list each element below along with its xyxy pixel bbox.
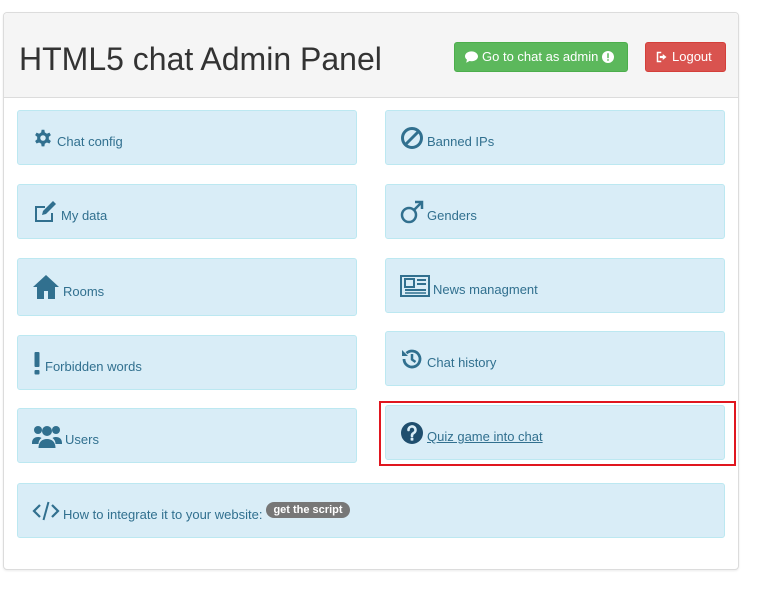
gear-icon — [32, 127, 54, 149]
tile-users[interactable]: Users — [17, 408, 357, 463]
users-icon — [32, 423, 62, 449]
history-icon — [400, 347, 424, 371]
tile-label: Rooms — [63, 283, 105, 299]
get-the-script-badge[interactable]: get the script — [266, 501, 350, 518]
tile-integrate[interactable]: How to integrate it to your website: get… — [17, 483, 725, 538]
tile-quiz-game[interactable]: Quiz game into chat — [385, 405, 725, 460]
tile-label: How to integrate it to your website: — [63, 507, 263, 522]
tile-forbidden-words[interactable]: Forbidden words — [17, 335, 357, 390]
tile-label: News managment — [433, 282, 538, 297]
tile-label: Genders — [427, 208, 477, 223]
male-icon — [400, 200, 424, 224]
tile-label: Users — [65, 432, 99, 447]
home-icon — [32, 274, 60, 300]
tile-genders[interactable]: Genders — [385, 184, 725, 239]
go-to-chat-label: Go to chat as admin — [482, 49, 599, 64]
sign-out-icon — [656, 51, 667, 63]
ban-icon — [400, 126, 424, 150]
logout-button[interactable]: Logout — [645, 42, 726, 72]
edit-icon — [32, 200, 58, 224]
exclamation-circle-icon — [602, 51, 615, 63]
tile-label: Chat config — [57, 134, 123, 149]
page-title: HTML5 chat Admin Panel — [19, 41, 382, 77]
comment-icon — [465, 51, 478, 63]
go-to-chat-button[interactable]: Go to chat as admin — [454, 42, 628, 72]
code-icon — [32, 501, 60, 521]
tile-chat-config[interactable]: Chat config — [17, 110, 357, 165]
tile-chat-history[interactable]: Chat history — [385, 331, 725, 386]
logout-label: Logout — [672, 49, 712, 64]
panel-header: HTML5 chat Admin Panel Go to chat as adm… — [4, 13, 738, 98]
tile-rooms[interactable]: Rooms — [17, 258, 357, 316]
tile-label: Banned IPs — [427, 134, 495, 149]
tile-label: Forbidden words — [45, 359, 142, 374]
tile-label: My data — [61, 208, 108, 223]
tile-news-managment[interactable]: News managment — [385, 258, 725, 313]
exclamation-icon — [32, 351, 42, 375]
tile-banned-ips[interactable]: Banned IPs — [385, 110, 725, 165]
question-circle-icon — [400, 421, 424, 445]
tile-label: Quiz game into chat — [427, 429, 543, 444]
tile-my-data[interactable]: My data — [17, 184, 357, 239]
tile-label: Chat history — [427, 355, 497, 370]
newspaper-icon — [400, 274, 430, 297]
